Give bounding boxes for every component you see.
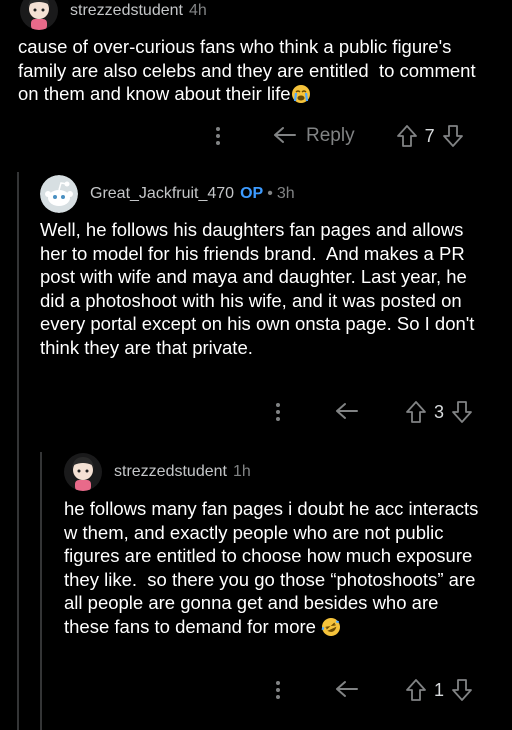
vote-count: 3 (434, 401, 445, 422)
reply-button[interactable] (334, 401, 360, 423)
downvote-icon[interactable] (450, 400, 474, 424)
vote-controls: 7 (395, 124, 465, 148)
comment-actions: 1 (268, 675, 474, 705)
thread-line[interactable] (40, 452, 42, 730)
reply-arrow-icon (334, 679, 360, 701)
reply-arrow-icon (272, 125, 298, 147)
upvote-icon[interactable] (404, 678, 428, 702)
comment-header: strezzedstudent 1h (64, 453, 251, 491)
reply-button[interactable] (334, 679, 360, 701)
more-options-icon[interactable] (268, 400, 288, 424)
reply-arrow-icon (334, 401, 360, 423)
vote-count: 1 (434, 679, 445, 700)
timestamp: 1h (232, 463, 251, 480)
timestamp: 3h (276, 185, 295, 202)
reply-label: Reply (306, 125, 355, 146)
upvote-icon[interactable] (395, 124, 419, 148)
downvote-icon[interactable] (441, 124, 465, 148)
comment-text: cause of over-curious fans who think a p… (18, 36, 481, 104)
comment-body: Well, he follows his daughters fan pages… (40, 218, 488, 359)
comment-header: strezzedstudent 4h (20, 0, 207, 30)
vote-controls: 1 (404, 678, 474, 702)
more-options-icon[interactable] (268, 678, 288, 702)
comment-actions: Reply 7 (208, 121, 465, 151)
anime-girl-avatar-icon[interactable] (64, 453, 102, 491)
crying-face-icon (291, 84, 311, 104)
comment-actions: 3 (268, 397, 474, 427)
reddit-snoo-avatar-icon[interactable] (40, 175, 78, 213)
separator-dot: • (267, 185, 273, 202)
comment-text: he follows many fan pages i doubt he acc… (64, 498, 484, 637)
comment-body: he follows many fan pages i doubt he acc… (64, 497, 488, 638)
timestamp: 4h (188, 2, 207, 19)
comment-body: cause of over-curious fans who think a p… (18, 35, 488, 106)
username[interactable]: strezzedstudent (114, 463, 227, 481)
vote-controls: 3 (404, 400, 474, 424)
comment-header: Great_Jackfruit_470 OP • 3h (40, 175, 295, 213)
reply-button[interactable]: Reply (272, 125, 355, 147)
anime-girl-avatar-icon[interactable] (20, 0, 58, 30)
comment-text: Well, he follows his daughters fan pages… (40, 219, 480, 358)
vote-count: 7 (424, 125, 435, 146)
upvote-icon[interactable] (404, 400, 428, 424)
downvote-icon[interactable] (450, 678, 474, 702)
username[interactable]: strezzedstudent (70, 2, 183, 20)
rolling-laughing-face-icon (321, 617, 341, 637)
op-badge: OP (240, 185, 264, 202)
more-options-icon[interactable] (208, 124, 228, 148)
username[interactable]: Great_Jackfruit_470 (90, 185, 234, 203)
thread-line[interactable] (17, 172, 19, 730)
